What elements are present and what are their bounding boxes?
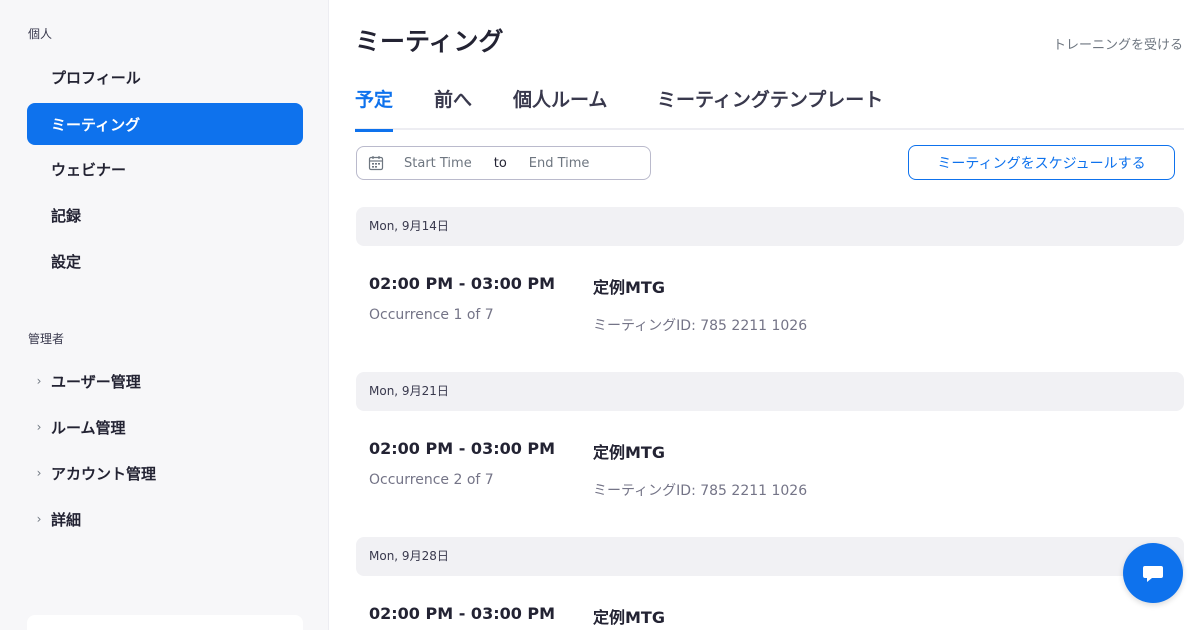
sidebar-item-label: 設定 <box>51 252 82 271</box>
tab-upcoming[interactable]: 予定 <box>355 86 394 132</box>
personal-section-label: 個人 <box>28 27 53 41</box>
sidebar: 個人 プロフィール ミーティング ウェビナー 記録 設定 管理者 › ユーザー管… <box>0 0 329 630</box>
date-range-picker[interactable]: Start Time to End Time <box>356 146 651 180</box>
sidebar-item-meetings[interactable]: ミーティング <box>27 103 303 145</box>
sidebar-item-account-management[interactable]: › アカウント管理 <box>27 452 303 494</box>
schedule-meeting-button[interactable]: ミーティングをスケジュールする <box>908 145 1175 180</box>
meeting-title[interactable]: 定例MTG <box>593 604 665 628</box>
day-header: Mon, 9月28日 <box>356 537 1184 576</box>
end-time-field[interactable]: End Time <box>529 156 590 171</box>
meeting-item[interactable]: 02:00 PM - 03:00 PM 定例MTG <box>356 604 1184 630</box>
tab-personal-room[interactable]: 個人ルーム <box>513 86 607 130</box>
sidebar-item-recordings[interactable]: 記録 <box>27 194 303 236</box>
start-time-field[interactable]: Start Time <box>404 156 472 171</box>
sidebar-item-settings[interactable]: 設定 <box>27 240 303 282</box>
meeting-id: ミーティングID: 785 2211 1026 <box>593 483 808 499</box>
chat-icon <box>1143 566 1163 582</box>
meeting-item[interactable]: 02:00 PM - 03:00 PM Occurrence 1 of 7 定例… <box>356 274 1184 374</box>
sidebar-item-webinars[interactable]: ウェビナー <box>27 148 303 190</box>
sidebar-item-advanced[interactable]: › 詳細 <box>27 498 303 540</box>
day-header: Mon, 9月14日 <box>356 207 1184 246</box>
meeting-id: ミーティングID: 785 2211 1026 <box>593 318 808 334</box>
tab-previous[interactable]: 前へ <box>434 86 472 130</box>
chevron-right-icon: › <box>36 512 42 526</box>
tab-bar: 予定 前へ 個人ルーム ミーティングテンプレート <box>355 86 1184 132</box>
sidebar-item-label: 詳細 <box>51 510 82 529</box>
sidebar-item-label: 記録 <box>51 206 82 225</box>
tab-meeting-templates[interactable]: ミーティングテンプレート <box>657 86 883 130</box>
chevron-right-icon: › <box>36 466 42 480</box>
chevron-right-icon: › <box>36 374 42 388</box>
sidebar-item-label: プロフィール <box>51 68 141 87</box>
sidebar-item-label: ミーティング <box>51 115 141 134</box>
meeting-occurrence: Occurrence 1 of 7 <box>369 307 494 323</box>
sidebar-bottom-card <box>27 615 303 630</box>
training-link[interactable]: トレーニングを受ける <box>1053 34 1183 53</box>
date-range-separator: to <box>493 155 507 171</box>
sidebar-item-label: ルーム管理 <box>51 418 126 437</box>
sidebar-item-room-management[interactable]: › ルーム管理 <box>27 406 303 448</box>
meeting-time: 02:00 PM - 03:00 PM <box>369 439 556 458</box>
sidebar-item-user-management[interactable]: › ユーザー管理 <box>27 360 303 402</box>
meeting-time: 02:00 PM - 03:00 PM <box>369 604 556 623</box>
meeting-title[interactable]: 定例MTG <box>593 274 665 298</box>
main-content: ミーティング トレーニングを受ける 予定 前へ 個人ルーム ミーティングテンプレ… <box>329 0 1200 630</box>
chat-button[interactable] <box>1123 543 1183 603</box>
sidebar-item-label: ユーザー管理 <box>51 372 141 391</box>
app: 個人 プロフィール ミーティング ウェビナー 記録 設定 管理者 › ユーザー管… <box>0 0 1200 630</box>
meeting-occurrence: Occurrence 2 of 7 <box>369 472 494 488</box>
admin-section-label: 管理者 <box>28 332 65 346</box>
page-title: ミーティング <box>355 27 504 56</box>
meeting-title[interactable]: 定例MTG <box>593 439 665 463</box>
sidebar-item-label: アカウント管理 <box>51 464 157 483</box>
chevron-right-icon: › <box>36 420 42 434</box>
meeting-time: 02:00 PM - 03:00 PM <box>369 274 556 293</box>
sidebar-item-profile[interactable]: プロフィール <box>27 56 303 98</box>
sidebar-item-label: ウェビナー <box>51 160 127 179</box>
day-header: Mon, 9月21日 <box>356 372 1184 411</box>
meeting-item[interactable]: 02:00 PM - 03:00 PM Occurrence 2 of 7 定例… <box>356 439 1184 539</box>
calendar-icon <box>368 156 384 171</box>
